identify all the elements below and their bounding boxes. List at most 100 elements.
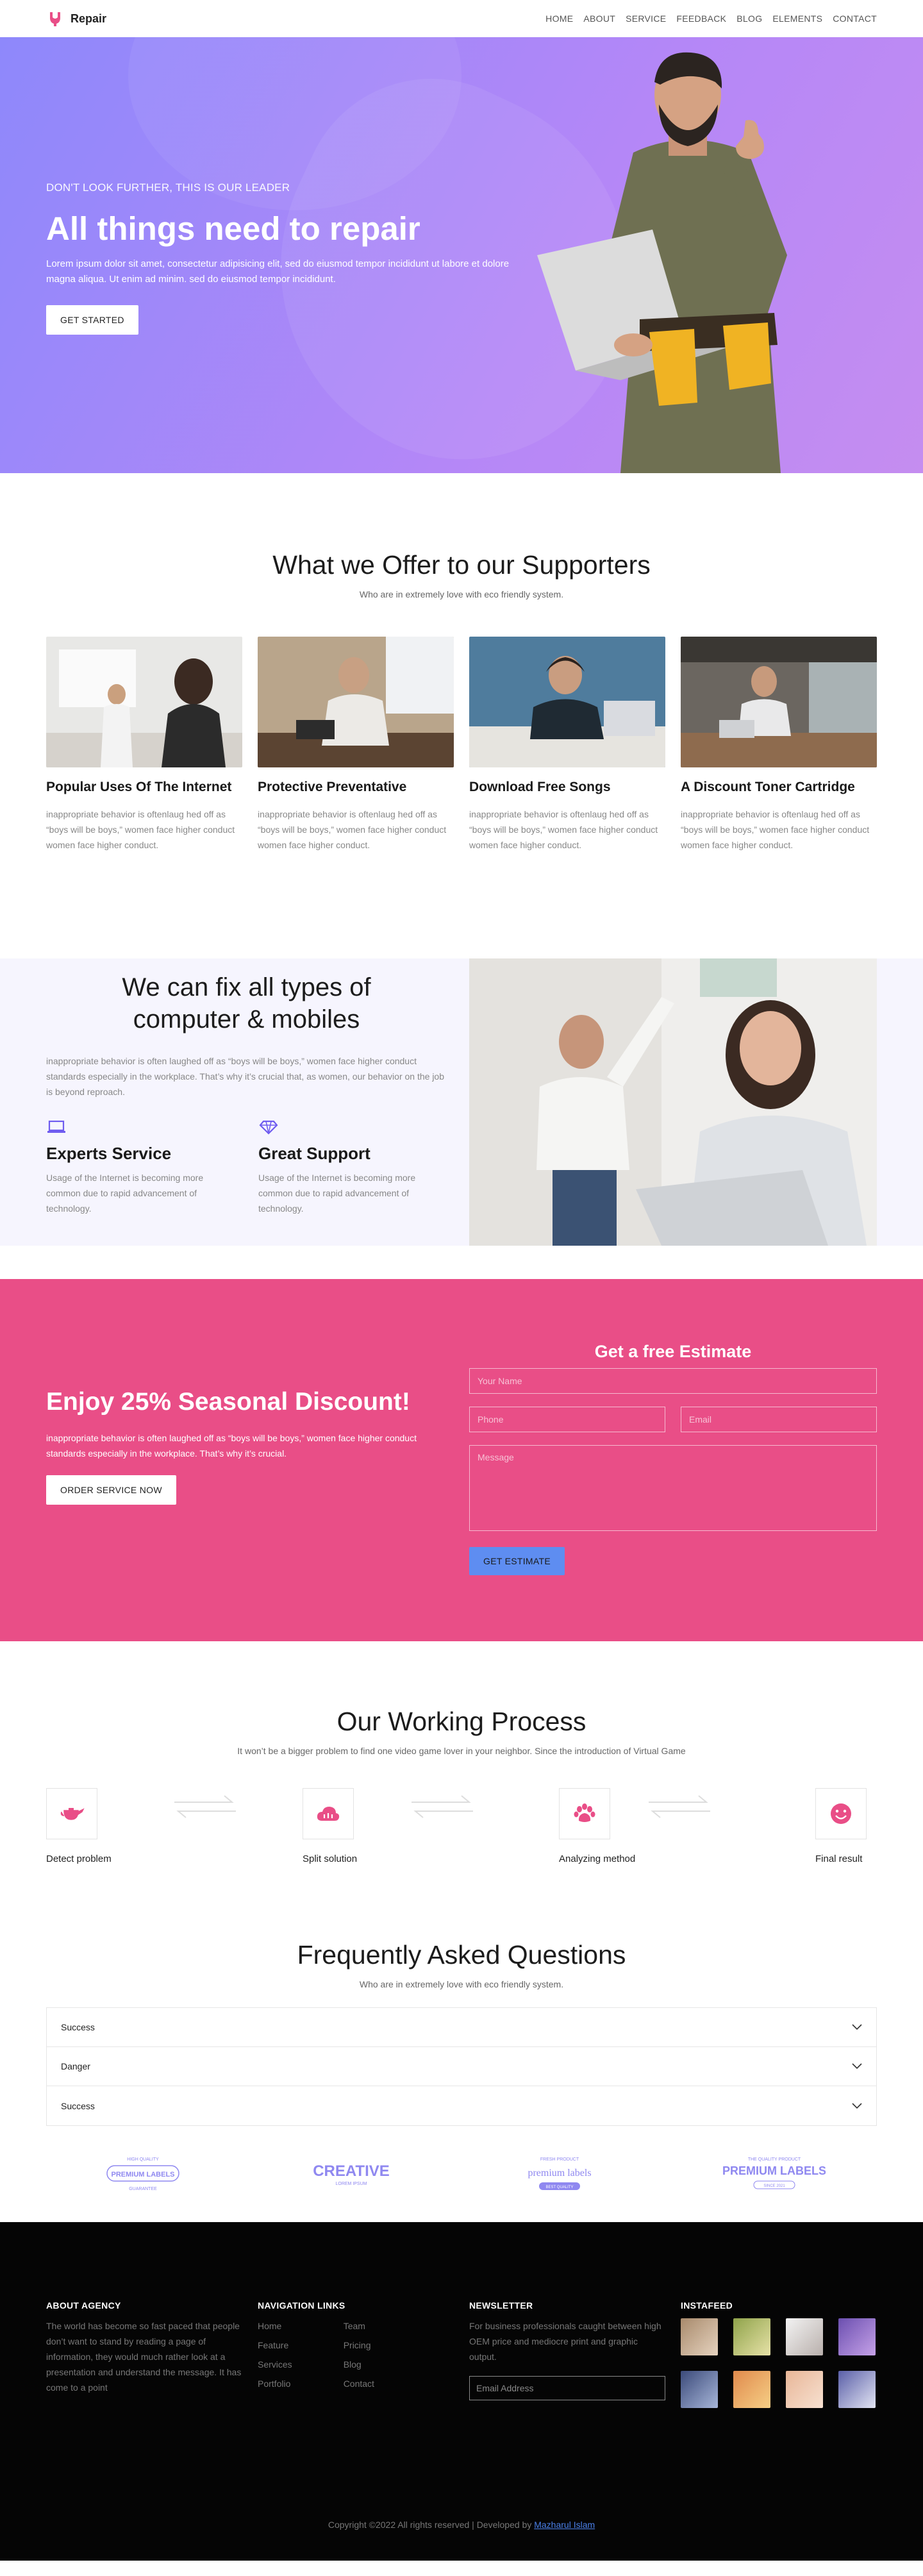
instafeed-image[interactable] xyxy=(786,2371,823,2408)
offer-card[interactable]: Popular Uses Of The Internet inappropria… xyxy=(46,637,242,853)
feature-item: Great Support Usage of the Internet is b… xyxy=(258,1117,441,1216)
menu-item-feedback[interactable]: FEEDBACK xyxy=(676,13,726,24)
menu-item-blog[interactable]: BLOG xyxy=(736,13,762,24)
feature-title: Experts Service xyxy=(46,1144,172,1163)
menu-item-about[interactable]: ABOUT xyxy=(583,13,615,24)
offer-title: What we Offer to our Supporters xyxy=(272,550,651,580)
svg-text:FRESH PRODUCT: FRESH PRODUCT xyxy=(540,2157,579,2162)
svg-text:CREATIVE: CREATIVE xyxy=(313,2162,390,2180)
brand-logo-icon xyxy=(50,12,60,26)
accordion-label: Success xyxy=(61,2100,95,2111)
feature-title: Great Support xyxy=(258,1144,370,1163)
developer-link[interactable]: Mazharul Islam xyxy=(534,2520,595,2530)
discount-description: inappropriate behavior is often laughed … xyxy=(46,1433,417,1459)
footer-link-portfolio[interactable]: Portfolio xyxy=(258,2372,292,2395)
svg-text:THE QUALITY PRODUCT: THE QUALITY PRODUCT xyxy=(747,2157,801,2162)
offer-card[interactable]: Download Free Songs inappropriate behavi… xyxy=(469,637,665,853)
footer-instafeed: INSTAFEED xyxy=(681,2300,877,2408)
card-title: Popular Uses Of The Internet xyxy=(46,780,232,794)
footer-about-text: The world has become so fast paced that … xyxy=(46,2321,242,2393)
footer-heading: NEWSLETTER xyxy=(469,2300,533,2311)
name-input[interactable] xyxy=(469,1368,877,1394)
brand-logo-premium-labels-fresh: FRESH PRODUCT premium labels BEST QUALIT… xyxy=(528,2157,591,2190)
hero-banner: DON'T LOOK FURTHER, THIS IS OUR LEADER A… xyxy=(0,37,923,473)
menu-item-elements[interactable]: ELEMENTS xyxy=(772,13,822,24)
card-title: A Discount Toner Cartridge xyxy=(681,780,855,794)
faq-section: Frequently Asked Questions Who are in ex… xyxy=(0,1864,923,2126)
footer-heading: ABOUT AGENCY xyxy=(46,2300,121,2311)
hero-title: All things need to repair xyxy=(46,210,420,247)
step-icon-box xyxy=(559,1788,610,1839)
process-section: Our Working Process It won’t be a bigger… xyxy=(0,1641,923,1864)
step-icon-box xyxy=(815,1788,867,1839)
svg-text:SINCE 2021: SINCE 2021 xyxy=(763,2184,785,2188)
fix-section: We can fix all types of computer & mobil… xyxy=(0,958,923,1246)
email-input[interactable] xyxy=(681,1407,877,1432)
footer-columns: ABOUT AGENCY The world has become so fas… xyxy=(46,2222,877,2408)
step-label: Split solution xyxy=(303,1853,358,1864)
instafeed-image[interactable] xyxy=(786,2318,823,2355)
svg-text:HIGH QUALITY: HIGH QUALITY xyxy=(127,2157,159,2162)
step-label: Analyzing method xyxy=(559,1853,636,1864)
fix-description: inappropriate behavior is often laughed … xyxy=(46,1056,444,1097)
footer-link-contact[interactable]: Contact xyxy=(344,2372,374,2395)
card-image-headset xyxy=(469,637,665,767)
estimate-section: Enjoy 25% Seasonal Discount! inappropria… xyxy=(0,1279,923,1641)
accordion-item[interactable]: Danger xyxy=(47,2047,876,2086)
chevron-down-icon xyxy=(852,2024,862,2030)
accordion-label: Success xyxy=(61,2022,95,2032)
footer-heading: NAVIGATION LINKS xyxy=(258,2300,345,2311)
footer-navigation: NAVIGATION LINKS Home Feature Services P… xyxy=(258,2300,454,2408)
footer: ABOUT AGENCY The world has become so fas… xyxy=(0,2222,923,2561)
cloud-upload-icon xyxy=(317,1807,340,1821)
fix-title-line1: We can fix all types of xyxy=(122,973,371,1001)
estimate-form: Get a free Estimate GET ESTIMATE xyxy=(469,1342,877,1575)
instafeed-image[interactable] xyxy=(681,2371,718,2408)
process-step: Detect problem xyxy=(46,1788,174,1864)
brand-logos: HIGH QUALITY PREMIUM LABELS GUARANTEE CR… xyxy=(0,2126,923,2222)
get-estimate-button[interactable]: GET ESTIMATE xyxy=(469,1547,565,1575)
chevron-down-icon xyxy=(852,2063,862,2070)
accordion-item[interactable]: Success xyxy=(47,2086,876,2125)
get-started-button[interactable]: GET STARTED xyxy=(46,305,138,335)
newsletter-email-input[interactable] xyxy=(469,2376,665,2400)
svg-text:BEST QUALITY: BEST QUALITY xyxy=(545,2186,573,2189)
menu-item-home[interactable]: HOME xyxy=(545,13,573,24)
discount-content: Enjoy 25% Seasonal Discount! inappropria… xyxy=(46,1388,456,1505)
feature-text: Usage of the Internet is becoming more c… xyxy=(46,1173,204,1214)
hero-content: DON'T LOOK FURTHER, THIS IS OUR LEADER A… xyxy=(46,181,533,335)
instafeed-image[interactable] xyxy=(733,2318,770,2355)
offer-card[interactable]: A Discount Toner Cartridge inappropriate… xyxy=(681,637,877,853)
instafeed-image[interactable] xyxy=(681,2318,718,2355)
offer-subtitle: Who are in extremely love with eco frien… xyxy=(359,589,564,599)
brand-logo-premium-labels: HIGH QUALITY PREMIUM LABELS GUARANTEE xyxy=(106,2157,179,2191)
order-service-button[interactable]: ORDER SERVICE NOW xyxy=(46,1475,176,1505)
accordion-item[interactable]: Success xyxy=(47,2008,876,2047)
menu-item-contact[interactable]: CONTACT xyxy=(833,13,877,24)
message-textarea[interactable] xyxy=(469,1445,877,1531)
feature-text: Usage of the Internet is becoming more c… xyxy=(258,1173,416,1214)
offer-card[interactable]: Protective Preventative inappropriate be… xyxy=(258,637,454,853)
card-text: inappropriate behavior is oftenlaug hed … xyxy=(46,809,235,850)
brand-name: Repair xyxy=(71,12,107,25)
brand[interactable]: Repair xyxy=(46,10,106,28)
fix-image-people xyxy=(469,958,877,1246)
footer-heading: INSTAFEED xyxy=(681,2300,733,2311)
main-menu: HOME ABOUT SERVICE FEEDBACK BLOG ELEMENT… xyxy=(545,13,877,24)
feature-item: Experts Service Usage of the Internet is… xyxy=(46,1117,229,1216)
smile-icon xyxy=(831,1803,851,1824)
instafeed-image[interactable] xyxy=(838,2371,876,2408)
top-navbar: Repair HOME ABOUT SERVICE FEEDBACK BLOG … xyxy=(0,0,923,37)
newsletter-text: For business professionals caught betwee… xyxy=(469,2321,661,2362)
footer-about: ABOUT AGENCY The world has become so fas… xyxy=(46,2300,242,2408)
svg-text:premium labels: premium labels xyxy=(528,2168,591,2179)
step-icon-box xyxy=(303,1788,354,1839)
instafeed-image[interactable] xyxy=(733,2371,770,2408)
card-image-meeting xyxy=(681,637,877,767)
menu-item-service[interactable]: SERVICE xyxy=(626,13,666,24)
phone-input[interactable] xyxy=(469,1407,665,1432)
svg-text:PREMIUM LABELS: PREMIUM LABELS xyxy=(111,2171,174,2179)
instafeed-image[interactable] xyxy=(838,2318,876,2355)
faq-subtitle: Who are in extremely love with eco frien… xyxy=(359,1979,564,1989)
faq-title: Frequently Asked Questions xyxy=(297,1940,626,1970)
